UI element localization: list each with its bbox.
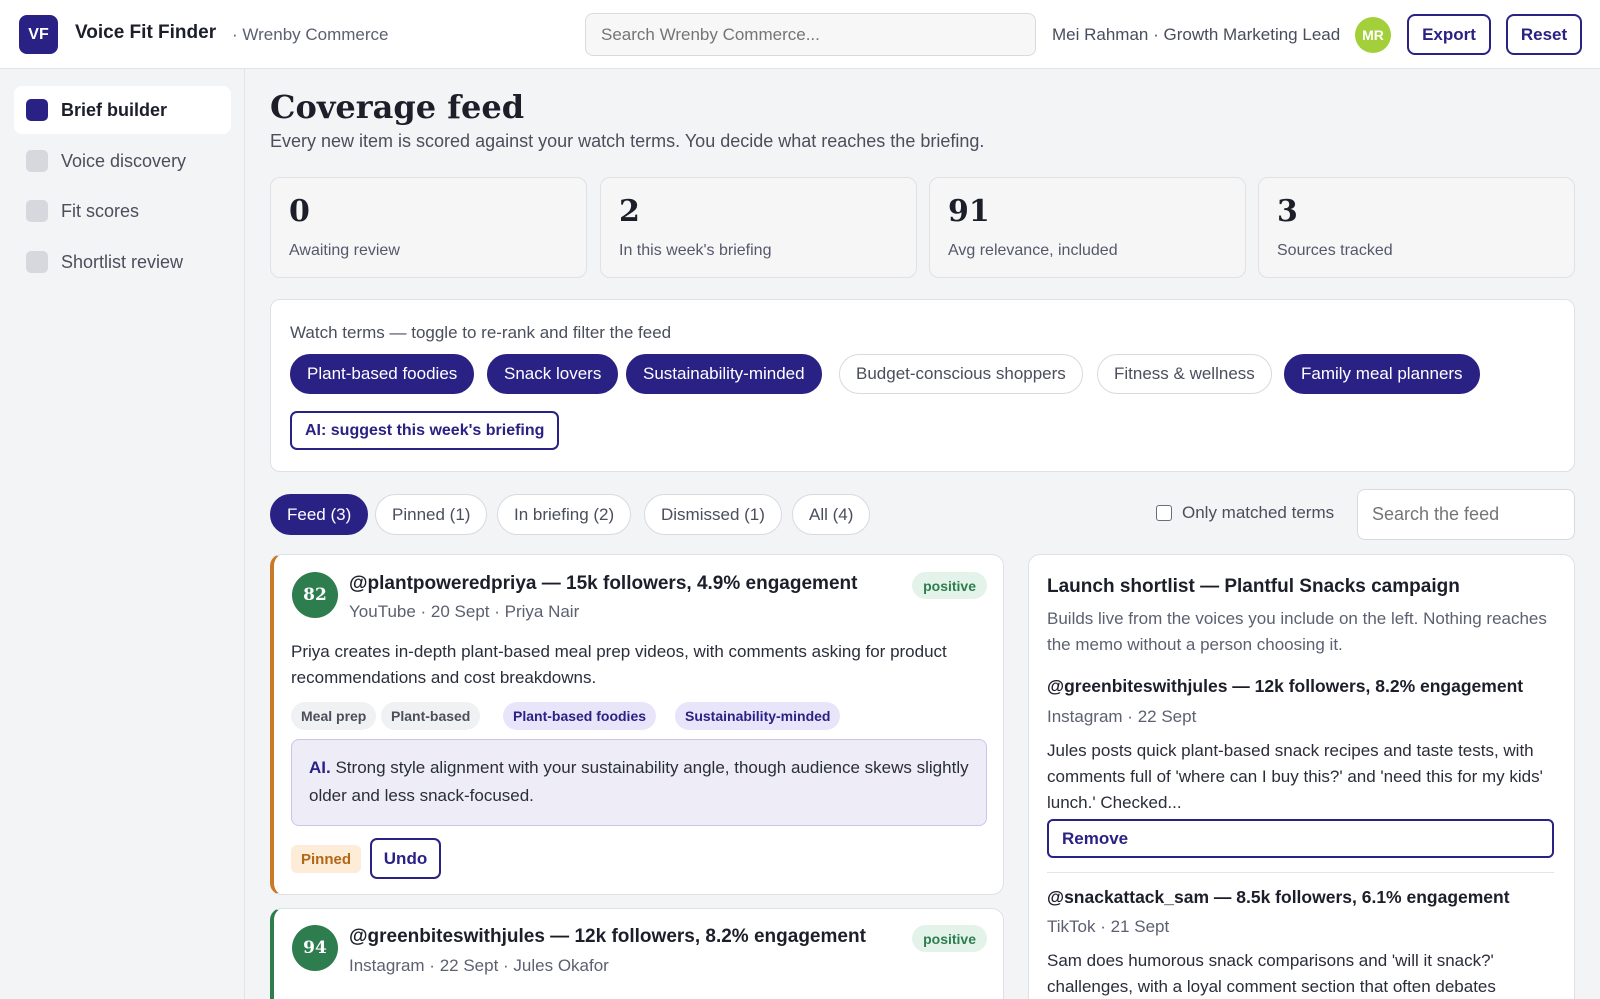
top-bar: VF Voice Fit Finder · Wrenby Commerce Me… [0, 0, 1600, 69]
shortlist-item-body: Sam does humorous snack comparisons and … [1047, 951, 1496, 996]
export-button[interactable]: Export [1407, 14, 1491, 55]
feed-search-input[interactable] [1357, 489, 1575, 540]
voice-discovery-icon [26, 150, 48, 172]
relevance-score-badge: 82 [292, 572, 338, 618]
term-chip-snack-lovers[interactable]: Snack lovers [487, 354, 619, 394]
shortlist-title: Launch shortlist — Plantful Snacks campa… [1047, 576, 1460, 597]
feed-card-title[interactable]: @greenbiteswithjules — 12k followers, 8.… [349, 926, 866, 948]
matched-term-tag: Plant-based foodies [503, 702, 657, 730]
brief-builder-icon [26, 99, 48, 121]
term-chip-fitness-wellness[interactable]: Fitness & wellness [1097, 354, 1272, 394]
launch-shortlist-panel: Launch shortlist — Plantful Snacks campa… [1028, 554, 1575, 999]
term-chip-plant-based-foodies[interactable]: Plant-based foodies [290, 354, 475, 394]
shortlist-item-title: @greenbiteswithjules — 12k followers, 8.… [1047, 676, 1524, 696]
stat-value: 3 [1277, 194, 1298, 229]
feed-card-title[interactable]: @plantpoweredpriya — 15k followers, 4.9%… [349, 573, 857, 595]
undo-button[interactable]: Undo [370, 838, 441, 879]
stat-sources-tracked: 3 Sources tracked [1258, 177, 1575, 278]
stat-label: Avg relevance, included [948, 242, 1118, 259]
feed-card: 82 @plantpoweredpriya — 15k followers, 4… [270, 554, 1004, 895]
sidebar-item-label: Voice discovery [61, 150, 187, 171]
fit-scores-icon [26, 200, 48, 222]
sidebar-item-shortlist-review[interactable]: Shortlist review [14, 238, 231, 286]
avatar[interactable]: MR [1355, 17, 1391, 53]
shortlist-item-meta: TikTok · 21 Sept [1047, 917, 1170, 936]
topic-tag: Meal prep [291, 702, 377, 730]
page-subtitle: Every new item is scored against your wa… [270, 131, 985, 151]
stat-value: 91 [948, 194, 990, 229]
stat-label: In this week's briefing [619, 242, 772, 259]
stat-label: Awaiting review [289, 242, 400, 259]
tab-feed[interactable]: Feed (3) [270, 494, 369, 535]
term-chip-sustainability-minded[interactable]: Sustainability-minded [626, 354, 822, 394]
ai-note-prefix: AI. [309, 758, 331, 777]
stat-value: 2 [619, 194, 640, 229]
relevance-score-badge: 94 [292, 925, 338, 971]
stat-avg-relevance: 91 Avg relevance, included [929, 177, 1246, 278]
term-chip-family-meal-planners[interactable]: Family meal planners [1284, 354, 1480, 394]
only-matched-filter[interactable]: Only matched terms [1156, 503, 1334, 523]
app-title: Voice Fit Finder [75, 22, 217, 43]
tab-pinned[interactable]: Pinned (1) [375, 494, 488, 535]
stat-in-briefing: 2 In this week's briefing [600, 177, 917, 278]
ai-note-text: Strong style alignment with your sustain… [309, 758, 969, 805]
sidebar-item-label: Shortlist review [61, 251, 184, 272]
shortlist-item-title: @snackattack_sam — 8.5k followers, 6.1% … [1047, 887, 1510, 907]
sidebar-item-brief-builder[interactable]: Brief builder [14, 86, 231, 134]
stat-value: 0 [289, 194, 310, 229]
reset-button[interactable]: Reset [1506, 14, 1582, 55]
tab-in-briefing[interactable]: In briefing (2) [497, 494, 632, 535]
sentiment-badge: positive [912, 572, 987, 599]
app-logo[interactable]: VF [19, 15, 58, 54]
ai-suggest-briefing-button[interactable]: AI: suggest this week's briefing [290, 411, 560, 450]
org-name: · Wrenby Commerce [232, 25, 389, 44]
watch-terms-panel: Watch terms — toggle to re-rank and filt… [270, 299, 1575, 472]
stat-awaiting-review: 0 Awaiting review [270, 177, 587, 278]
ai-note: AI. Strong style alignment with your sus… [291, 739, 987, 826]
pinned-status-badge: Pinned [291, 845, 362, 873]
topic-tag: Plant-based [381, 702, 481, 730]
term-chip-budget-conscious-shoppers[interactable]: Budget-conscious shoppers [839, 354, 1083, 394]
tab-all[interactable]: All (4) [792, 494, 871, 535]
sidebar: Brief builder Voice discovery Fit scores… [0, 69, 245, 999]
remove-button[interactable]: Remove [1047, 819, 1554, 858]
feed-card-meta: YouTube · 20 Sept · Priya Nair [349, 602, 580, 621]
feed-card-body: Priya creates in-depth plant-based meal … [291, 642, 947, 687]
shortlist-item-meta: Instagram · 22 Sept [1047, 707, 1197, 726]
tab-dismissed[interactable]: Dismissed (1) [644, 494, 782, 535]
watch-terms-label: Watch terms — toggle to re-rank and filt… [290, 323, 672, 342]
feed-card: 94 @greenbiteswithjules — 12k followers,… [270, 908, 1004, 999]
matched-term-tag: Sustainability-minded [675, 702, 841, 730]
shortlist-description: Builds live from the voices you include … [1047, 609, 1547, 654]
shortlist-item-body: Jules posts quick plant-based snack reci… [1047, 741, 1543, 812]
divider [1047, 872, 1554, 873]
sentiment-badge: positive [912, 925, 987, 952]
user-label: Mei Rahman · Growth Marketing Lead [1052, 25, 1341, 44]
shortlist-review-icon [26, 251, 48, 273]
global-search-input[interactable] [585, 13, 1036, 56]
sidebar-item-voice-discovery[interactable]: Voice discovery [14, 137, 231, 185]
sidebar-item-fit-scores[interactable]: Fit scores [14, 187, 231, 235]
sidebar-item-label: Fit scores [61, 200, 140, 221]
only-matched-label: Only matched terms [1182, 503, 1335, 522]
stat-label: Sources tracked [1277, 242, 1393, 259]
page-title: Coverage feed [270, 88, 525, 126]
only-matched-checkbox[interactable] [1156, 505, 1172, 521]
sidebar-item-label: Brief builder [61, 99, 168, 120]
feed-card-meta: Instagram · 22 Sept · Jules Okafor [349, 956, 609, 975]
